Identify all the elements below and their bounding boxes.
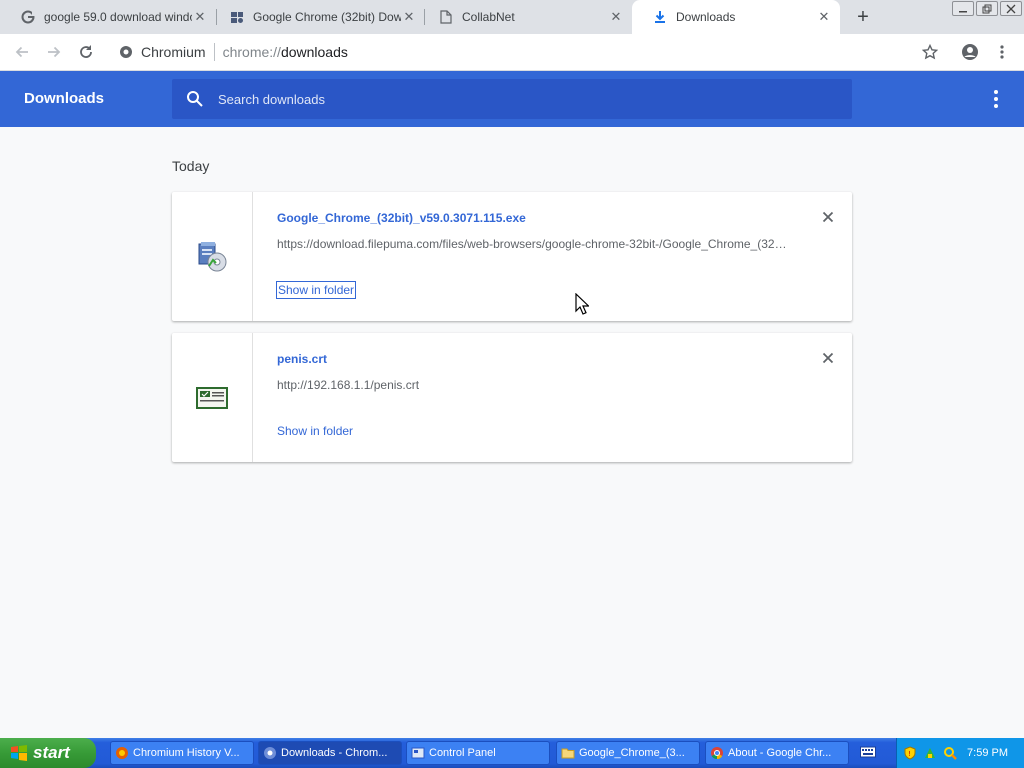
taskbar-task[interactable]: Google_Chrome_(3...: [556, 741, 700, 765]
taskbar-task[interactable]: Chromium History V...: [110, 741, 254, 765]
account-circle-icon: [962, 44, 978, 60]
download-arrow-icon: [652, 9, 668, 25]
download-item: penis.crt http://192.168.1.1/penis.crt S…: [172, 333, 852, 462]
browser-toolbar: Chromium chrome:// downloads: [0, 34, 1024, 71]
task-label: Google_Chrome_(3...: [579, 747, 685, 759]
file-icon-column: [172, 192, 253, 321]
google-g-icon: [20, 9, 36, 25]
close-icon: [822, 211, 834, 223]
windows-flag-icon: [11, 745, 27, 761]
forward-arrow-icon: [48, 46, 61, 58]
tab-title: Downloads: [676, 10, 736, 24]
close-icon: [1006, 4, 1016, 13]
search-input[interactable]: [218, 91, 818, 107]
dot: [994, 97, 998, 101]
start-label: start: [33, 743, 70, 762]
page-icon: [438, 9, 454, 25]
svg-text:!: !: [908, 750, 911, 758]
network-icon[interactable]: [923, 746, 937, 760]
restore-button[interactable]: [976, 1, 998, 16]
star-icon: [922, 44, 938, 60]
control-panel-icon: [411, 747, 425, 759]
chromium-icon: [264, 747, 276, 759]
filepuma-icon: [229, 9, 245, 25]
minimize-button[interactable]: [952, 1, 974, 16]
downloads-menu-button[interactable]: [986, 89, 1006, 109]
bookmark-star-button[interactable]: [920, 42, 940, 62]
close-tab-icon[interactable]: ✕: [192, 9, 208, 25]
security-shield-icon[interactable]: !: [903, 746, 917, 760]
taskbar-task[interactable]: Downloads - Chrom...: [258, 741, 402, 765]
new-tab-button[interactable]: +: [853, 7, 873, 27]
task-label: Downloads - Chrom...: [281, 747, 388, 759]
tab-collabnet[interactable]: CollabNet ✕: [418, 0, 632, 34]
tab-strip: google 59.0 download windo ✕ Google Chro…: [0, 0, 1024, 34]
show-in-folder-link[interactable]: Show in folder: [276, 281, 357, 299]
magnifier-icon[interactable]: [943, 746, 957, 760]
date-section-label: Today: [172, 158, 210, 174]
download-filename-link[interactable]: Google_Chrome_(32bit)_v59.0.3071.115.exe: [277, 211, 526, 225]
task-label: About - Google Chr...: [728, 747, 832, 759]
back-button[interactable]: [12, 42, 32, 62]
page-title: Downloads: [24, 90, 105, 107]
url-scheme: chrome://: [222, 44, 281, 60]
reload-icon: [80, 45, 92, 58]
address-bar[interactable]: Chromium chrome:// downloads: [112, 38, 950, 66]
browser-menu-button[interactable]: [992, 42, 1012, 62]
downloads-header: Downloads: [0, 71, 1024, 127]
tab-downloads[interactable]: Downloads ✕: [632, 0, 840, 34]
remove-download-button[interactable]: [820, 209, 836, 225]
firefox-icon: [116, 747, 128, 759]
omnibox-divider: [213, 43, 215, 61]
url-host: downloads: [280, 44, 348, 60]
download-filename-link[interactable]: penis.crt: [277, 352, 327, 366]
back-arrow-icon: [15, 46, 28, 58]
task-label: Chromium History V...: [133, 747, 240, 759]
start-button[interactable]: start: [0, 738, 96, 768]
window-controls: [952, 1, 1022, 16]
dot: [994, 90, 998, 94]
folder-icon: [561, 748, 575, 759]
search-icon: [187, 91, 203, 107]
taskbar-task[interactable]: About - Google Chr...: [705, 741, 849, 765]
certificate-icon: [196, 386, 228, 409]
chrome-icon: [711, 747, 723, 759]
show-in-folder-link[interactable]: Show in folder: [277, 422, 353, 440]
task-label: Control Panel: [429, 747, 496, 759]
download-item: Google_Chrome_(32bit)_v59.0.3071.115.exe…: [172, 192, 852, 321]
download-source-url[interactable]: https://download.filepuma.com/files/web-…: [277, 237, 792, 251]
close-icon: [822, 352, 834, 364]
system-tray: ! 7:59 PM: [896, 738, 1024, 768]
file-icon-column: [172, 333, 253, 462]
keyboard-icon[interactable]: [860, 745, 876, 759]
remove-download-button[interactable]: [820, 350, 836, 366]
close-tab-icon[interactable]: ✕: [401, 9, 417, 25]
taskbar-clock: 7:59 PM: [967, 747, 1008, 759]
close-window-button[interactable]: [1000, 1, 1022, 16]
restore-icon: [982, 4, 992, 13]
installer-icon: [198, 241, 227, 271]
tab-title: CollabNet: [462, 10, 515, 24]
reload-button[interactable]: [76, 42, 96, 62]
profile-button[interactable]: [960, 42, 980, 62]
search-box[interactable]: [172, 79, 852, 119]
tab-google-chrome-download[interactable]: Google Chrome (32bit) Down ✕: [209, 0, 425, 34]
close-tab-icon[interactable]: ✕: [816, 9, 832, 25]
minimize-icon: [959, 10, 967, 12]
tab-title: Google Chrome (32bit) Down: [253, 10, 401, 24]
close-tab-icon[interactable]: ✕: [608, 9, 624, 25]
dot: [994, 104, 998, 108]
taskbar-task[interactable]: Control Panel: [406, 741, 550, 765]
vertical-dots-icon: [1000, 45, 1004, 59]
forward-button[interactable]: [44, 42, 64, 62]
tab-title: google 59.0 download windo: [44, 10, 192, 24]
download-source-url[interactable]: http://192.168.1.1/penis.crt: [277, 378, 792, 392]
mouse-cursor-icon: [575, 293, 589, 315]
tab-google-search[interactable]: google 59.0 download windo ✕: [0, 0, 216, 34]
site-label: Chromium: [141, 44, 206, 60]
windows-taskbar: start Chromium History V... Downloads - …: [0, 738, 1024, 768]
chromium-site-icon: [120, 46, 132, 58]
